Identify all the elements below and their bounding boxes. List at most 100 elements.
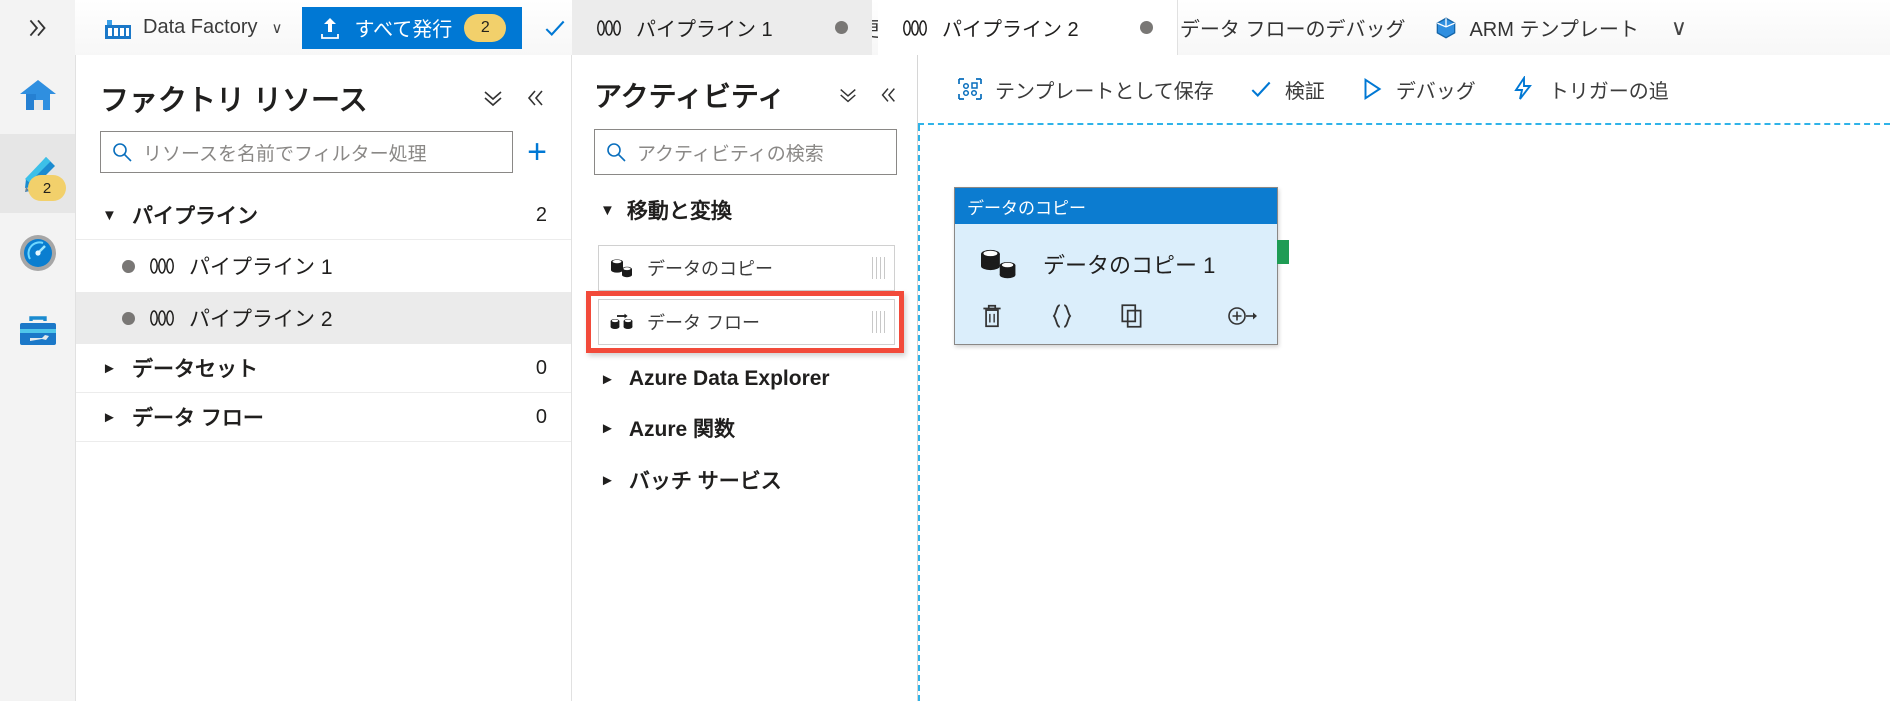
activity-category-label: 移動と変換 xyxy=(626,200,732,223)
data-factory-app: Data Factory ∨ すべて発行 2 すべて検証 最新の情報に更新 xyxy=(0,0,1890,701)
tree-group-label: データセット xyxy=(132,358,258,381)
node-body: データのコピー 1 xyxy=(955,224,1277,344)
command-label: テンプレートとして保存 xyxy=(995,80,1214,103)
triangle-collapsed-icon: ► xyxy=(600,370,615,388)
tree-group-count: 0 xyxy=(535,405,547,428)
chevron-double-right-icon xyxy=(29,19,46,36)
rail-item-manage[interactable] xyxy=(0,292,75,371)
tree-item-label: パイプライン 1 xyxy=(189,256,333,279)
add-output-icon xyxy=(1228,307,1257,325)
triangle-collapsed-icon: ► xyxy=(102,359,117,377)
chevron-double-left-icon[interactable] xyxy=(523,87,547,109)
resource-filter-placeholder: リソースを名前でフィルター処理 xyxy=(143,143,427,165)
activity-category-azure-data-explorer[interactable]: ► Azure Data Explorer xyxy=(572,345,917,391)
arm-template-menu[interactable]: ARM テンプレート xyxy=(1419,0,1652,55)
toolbar-overflow-button[interactable]: ∨ xyxy=(1653,0,1701,55)
product-menu[interactable]: Data Factory ∨ xyxy=(75,0,296,55)
rail-item-monitor[interactable] xyxy=(0,213,75,292)
tree-group-count: 0 xyxy=(535,356,547,379)
activity-category-label: Azure 関数 xyxy=(628,418,736,441)
dataflow-debug-label: データ フローのデバッグ xyxy=(1179,19,1406,41)
tree-group-label: パイプライン xyxy=(132,205,258,228)
node-add-output-button[interactable] xyxy=(1227,303,1259,329)
triangle-collapsed-icon: ► xyxy=(600,419,615,437)
activity-category-batch-service[interactable]: ► バッチ サービス xyxy=(572,443,917,495)
add-resource-button[interactable]: + xyxy=(527,135,547,169)
rail-item-home[interactable] xyxy=(0,55,75,134)
tree-item-pipeline-2[interactable]: パイプライン 2 xyxy=(76,292,571,344)
unsaved-dot-icon xyxy=(835,21,848,34)
activity-node-copy-data[interactable]: データのコピー データのコピー 1 xyxy=(954,187,1289,345)
activities-header: アクティビティ xyxy=(572,55,917,119)
node-delete-button[interactable] xyxy=(979,302,1005,330)
tree-group-dataflows[interactable]: ► データ フロー 0 xyxy=(76,393,571,442)
publish-all-label: すべて発行 xyxy=(354,19,453,41)
duplicate-icon xyxy=(1121,304,1142,328)
checkmark-icon xyxy=(1251,81,1271,97)
activity-category-label: バッチ サービス xyxy=(628,470,782,493)
toolbox-icon xyxy=(19,315,56,345)
tree-group-count: 2 xyxy=(535,203,547,226)
checkmark-icon xyxy=(545,20,565,36)
rail-expand-button[interactable] xyxy=(0,0,75,55)
activities-title: アクティビティ xyxy=(594,81,786,112)
triangle-collapsed-icon: ► xyxy=(102,408,117,426)
pipeline-icon xyxy=(902,19,928,37)
unsaved-dot-icon xyxy=(122,259,135,273)
node-clone-button[interactable] xyxy=(1119,302,1145,330)
tab-label: パイプライン 1 xyxy=(636,19,773,41)
activity-search-input[interactable]: アクティビティの検索 xyxy=(594,129,897,175)
tree-group-pipelines[interactable]: ▼ パイプライン 2 xyxy=(76,191,571,240)
command-label: 検証 xyxy=(1284,80,1325,103)
rail-item-author[interactable]: 2 xyxy=(0,134,75,213)
validate-button[interactable]: 検証 xyxy=(1234,55,1339,123)
arm-template-icon xyxy=(1437,17,1456,38)
activity-item-label: データ フロー xyxy=(647,313,761,333)
save-as-template-button[interactable]: テンプレートとして保存 xyxy=(942,55,1228,123)
command-label: トリガーの追 xyxy=(1548,80,1669,103)
left-nav-rail: 2 xyxy=(0,55,76,701)
chevron-double-down-icon[interactable] xyxy=(837,85,859,105)
publish-count-badge: 2 xyxy=(464,13,507,42)
trash-icon xyxy=(983,304,1001,328)
activity-item-label: データのコピー xyxy=(647,259,773,279)
save-template-icon xyxy=(958,78,982,100)
search-icon xyxy=(607,143,626,162)
tab-pipeline-2[interactable]: パイプライン 2 xyxy=(878,0,1178,55)
publish-upload-icon xyxy=(321,17,340,39)
activity-copy-data[interactable]: データのコピー xyxy=(598,245,895,291)
activity-data-flow[interactable]: データ フロー xyxy=(598,299,895,345)
activity-category-move-transform[interactable]: ▼ 移動と変換 xyxy=(572,175,917,237)
play-icon xyxy=(1364,77,1382,101)
chevron-down-icon: ∨ xyxy=(271,19,283,37)
drag-handle-icon[interactable] xyxy=(872,311,885,333)
triangle-collapsed-icon: ► xyxy=(600,471,615,489)
node-action-bar xyxy=(955,298,1277,344)
activity-category-azure-functions[interactable]: ► Azure 関数 xyxy=(572,391,917,443)
pipeline-icon xyxy=(149,309,175,327)
node-main-row: データのコピー 1 xyxy=(955,238,1277,298)
node-code-button[interactable] xyxy=(1049,302,1075,330)
tree-group-datasets[interactable]: ► データセット 0 xyxy=(76,344,571,393)
chevron-double-down-icon[interactable] xyxy=(481,87,505,109)
drag-handle-icon[interactable] xyxy=(872,257,885,279)
publish-all-button[interactable]: すべて発行 2 xyxy=(302,6,523,49)
activity-search-placeholder: アクティビティの検索 xyxy=(637,143,824,165)
resource-filter-input[interactable]: リソースを名前でフィルター処理 xyxy=(100,131,514,173)
tree-item-pipeline-1[interactable]: パイプライン 1 xyxy=(76,240,571,292)
page-title: ファクトリ リソース xyxy=(100,85,368,117)
debug-button[interactable]: デバッグ xyxy=(1345,55,1490,123)
copy-data-icon xyxy=(611,259,632,278)
add-trigger-button[interactable]: トリガーの追 xyxy=(1496,55,1683,123)
pipeline-canvas-pane: パイプライン 1 パイプライン 2 テンプレートとして保存 検証 デバッグ トリ… xyxy=(572,0,1890,701)
activity-category-label: Azure Data Explorer xyxy=(628,367,830,390)
chevron-double-left-icon[interactable] xyxy=(877,85,899,105)
node-success-connector[interactable] xyxy=(1277,240,1289,264)
factory-resources-header: ファクトリ リソース xyxy=(76,55,571,125)
tab-pipeline-1[interactable]: パイプライン 1 xyxy=(572,0,872,55)
unsaved-dot-icon xyxy=(1140,21,1153,34)
node-header-label: データのコピー xyxy=(967,198,1086,218)
command-label: デバッグ xyxy=(1395,80,1476,103)
pipeline-canvas[interactable]: データのコピー データのコピー 1 xyxy=(918,123,1890,701)
copy-data-icon xyxy=(981,249,1016,279)
